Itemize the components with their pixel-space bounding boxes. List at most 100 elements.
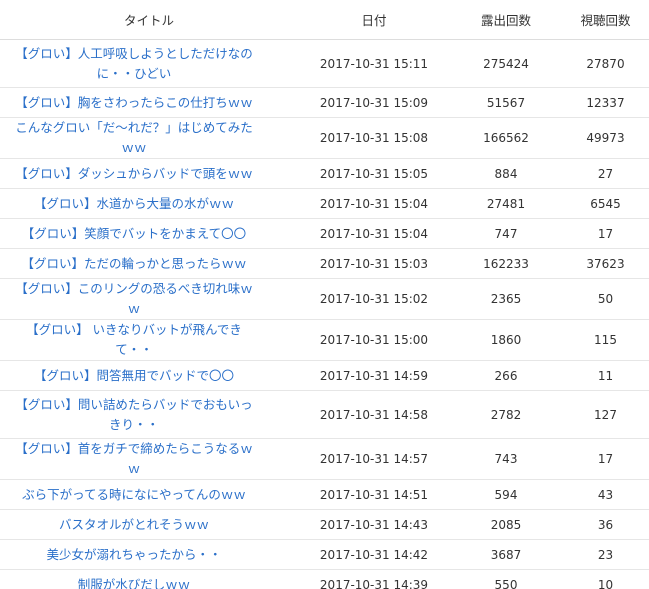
date-cell: 2017-10-31 15:04: [298, 188, 450, 219]
title-cell: 【グロい】ダッシュからバッドで頭をｗｗ: [0, 158, 298, 189]
views-cell: 115: [562, 319, 649, 361]
header-title[interactable]: タイトル: [0, 0, 298, 40]
title-cell: 制服が水びだしｗｗ: [0, 569, 298, 589]
date-cell: 2017-10-31 15:03: [298, 248, 450, 279]
title-cell: バスタオルがとれそうｗｗ: [0, 509, 298, 540]
table-row: 美少女が溺れちゃったから・・ 2017-10-31 14:42 3687 23: [0, 539, 649, 570]
date-cell: 2017-10-31 14:43: [298, 509, 450, 540]
date-cell: 2017-10-31 14:59: [298, 360, 450, 391]
table-row: 【グロい】人工呼吸しようとしただけなのに・・ひどい 2017-10-31 15:1…: [0, 39, 649, 88]
video-title-link[interactable]: バスタオルがとれそうｗｗ: [59, 517, 209, 532]
title-cell: こんなグロい「だ〜れだ？」はじめてみたｗｗ: [0, 117, 298, 159]
video-title-link[interactable]: 【グロい】人工呼吸しようとしただけなのに・・ひどい: [15, 46, 253, 81]
impressions-cell: 884: [450, 158, 562, 189]
views-cell: 37623: [562, 248, 649, 279]
date-cell: 2017-10-31 15:04: [298, 218, 450, 249]
title-cell: 美少女が溺れちゃったから・・: [0, 539, 298, 570]
title-cell: 【グロい】問答無用でバッドで〇〇: [0, 360, 298, 391]
impressions-cell: 3687: [450, 539, 562, 570]
title-cell: 【グロい】ただの輪っかと思ったらｗｗ: [0, 248, 298, 279]
date-cell: 2017-10-31 15:00: [298, 319, 450, 361]
impressions-cell: 51567: [450, 87, 562, 118]
date-cell: 2017-10-31 14:39: [298, 569, 450, 589]
video-title-link[interactable]: 【グロい】このリングの恐るべき切れ味ｗｗ: [15, 281, 253, 316]
date-cell: 2017-10-31 14:42: [298, 539, 450, 570]
table-row: 【グロい】問答無用でバッドで〇〇 2017-10-31 14:59 266 11: [0, 360, 649, 391]
title-cell: 【グロい】首をガチで締めたらこうなるｗｗ: [0, 438, 298, 480]
video-title-link[interactable]: ぶら下がってる時になにやってんのｗｗ: [22, 487, 246, 502]
table-row: 【グロい】問い詰めたらバッドでおもいっきり・・ 2017-10-31 14:58 2…: [0, 390, 649, 439]
views-cell: 17: [562, 438, 649, 480]
views-cell: 27870: [562, 39, 649, 88]
impressions-cell: 743: [450, 438, 562, 480]
impressions-cell: 1860: [450, 319, 562, 361]
impressions-cell: 2085: [450, 509, 562, 540]
impressions-cell: 550: [450, 569, 562, 589]
views-cell: 127: [562, 390, 649, 439]
views-cell: 49973: [562, 117, 649, 159]
video-title-link[interactable]: 美少女が溺れちゃったから・・: [46, 547, 221, 562]
table-header: タイトル 日付 露出回数 視聴回数: [0, 0, 649, 40]
impressions-cell: 2365: [450, 278, 562, 320]
views-cell: 23: [562, 539, 649, 570]
table-row: ぶら下がってる時になにやってんのｗｗ 2017-10-31 14:51 594 43: [0, 479, 649, 510]
video-stats-table: タイトル 日付 露出回数 視聴回数 【グロい】人工呼吸しようとしただけなのに・・…: [0, 0, 649, 589]
title-cell: 【グロい】水道から大量の水がｗｗ: [0, 188, 298, 219]
date-cell: 2017-10-31 15:02: [298, 278, 450, 320]
video-title-link[interactable]: 【グロい】水道から大量の水がｗｗ: [34, 196, 234, 211]
table-row: 【グロい】笑顔でバットをかまえて〇〇 2017-10-31 15:04 747 17: [0, 218, 649, 249]
video-title-link[interactable]: 【グロい】ダッシュからバッドで頭をｗｗ: [15, 166, 253, 181]
views-cell: 6545: [562, 188, 649, 219]
table-row: 【グロい】胸をさわったらこの仕打ちｗｗ 2017-10-31 15:09 51567…: [0, 87, 649, 118]
table-row: 【グロい】 いきなりバットが飛んできて・・ 2017-10-31 15:00 186…: [0, 319, 649, 361]
header-impressions[interactable]: 露出回数: [450, 0, 562, 40]
impressions-cell: 275424: [450, 39, 562, 88]
header-row: タイトル 日付 露出回数 視聴回数: [0, 0, 649, 40]
views-cell: 27: [562, 158, 649, 189]
video-title-link[interactable]: 【グロい】問答無用でバッドで〇〇: [34, 368, 234, 383]
date-cell: 2017-10-31 15:08: [298, 117, 450, 159]
impressions-cell: 594: [450, 479, 562, 510]
title-cell: 【グロい】問い詰めたらバッドでおもいっきり・・: [0, 390, 298, 439]
title-cell: 【グロい】人工呼吸しようとしただけなのに・・ひどい: [0, 39, 298, 88]
views-cell: 11: [562, 360, 649, 391]
impressions-cell: 27481: [450, 188, 562, 219]
video-title-link[interactable]: 制服が水びだしｗｗ: [78, 577, 191, 589]
table-row: バスタオルがとれそうｗｗ 2017-10-31 14:43 2085 36: [0, 509, 649, 540]
table-row: 【グロい】ダッシュからバッドで頭をｗｗ 2017-10-31 15:05 884 27: [0, 158, 649, 189]
table-body: 【グロい】人工呼吸しようとしただけなのに・・ひどい 2017-10-31 15:1…: [0, 39, 649, 589]
views-cell: 50: [562, 278, 649, 320]
date-cell: 2017-10-31 15:05: [298, 158, 450, 189]
table-row: 【グロい】水道から大量の水がｗｗ 2017-10-31 15:04 27481 654…: [0, 188, 649, 219]
video-title-link[interactable]: 【グロい】問い詰めたらバッドでおもいっきり・・: [15, 397, 252, 432]
views-cell: 36: [562, 509, 649, 540]
views-cell: 12337: [562, 87, 649, 118]
video-title-link[interactable]: 【グロい】笑顔でバットをかまえて〇〇: [22, 226, 246, 241]
title-cell: 【グロい】 いきなりバットが飛んできて・・: [0, 319, 298, 361]
video-title-link[interactable]: こんなグロい「だ〜れだ？」はじめてみたｗｗ: [15, 120, 253, 155]
views-cell: 10: [562, 569, 649, 589]
title-cell: 【グロい】このリングの恐るべき切れ味ｗｗ: [0, 278, 298, 320]
video-title-link[interactable]: 【グロい】胸をさわったらこの仕打ちｗｗ: [15, 95, 253, 110]
date-cell: 2017-10-31 14:57: [298, 438, 450, 480]
impressions-cell: 162233: [450, 248, 562, 279]
impressions-cell: 2782: [450, 390, 562, 439]
impressions-cell: 266: [450, 360, 562, 391]
title-cell: 【グロい】笑顔でバットをかまえて〇〇: [0, 218, 298, 249]
date-cell: 2017-10-31 14:58: [298, 390, 450, 439]
table-row: 【グロい】ただの輪っかと思ったらｗｗ 2017-10-31 15:03 162233…: [0, 248, 649, 279]
table-row: 【グロい】このリングの恐るべき切れ味ｗｗ 2017-10-31 15:02 2365…: [0, 278, 649, 320]
video-title-link[interactable]: 【グロい】 いきなりバットが飛んできて・・: [26, 322, 242, 357]
header-views[interactable]: 視聴回数: [562, 0, 649, 40]
impressions-cell: 166562: [450, 117, 562, 159]
video-title-link[interactable]: 【グロい】首をガチで締めたらこうなるｗｗ: [15, 441, 253, 476]
date-cell: 2017-10-31 15:11: [298, 39, 450, 88]
header-date[interactable]: 日付: [298, 0, 450, 40]
page: タイトル 日付 露出回数 視聴回数 【グロい】人工呼吸しようとしただけなのに・・…: [0, 0, 649, 589]
date-cell: 2017-10-31 14:51: [298, 479, 450, 510]
date-cell: 2017-10-31 15:09: [298, 87, 450, 118]
table-row: 【グロい】首をガチで締めたらこうなるｗｗ 2017-10-31 14:57 743 1…: [0, 438, 649, 480]
video-title-link[interactable]: 【グロい】ただの輪っかと思ったらｗｗ: [21, 256, 246, 271]
title-cell: 【グロい】胸をさわったらこの仕打ちｗｗ: [0, 87, 298, 118]
title-cell: ぶら下がってる時になにやってんのｗｗ: [0, 479, 298, 510]
